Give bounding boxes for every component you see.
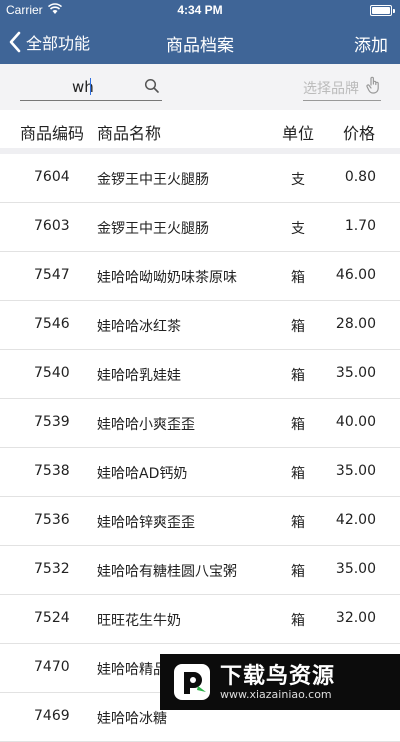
row-name: 金锣王中王火腿肠	[97, 172, 209, 188]
row-price: 40.00	[335, 414, 376, 430]
row-price: 1.70	[344, 218, 376, 234]
row-unit: 箱	[291, 417, 305, 433]
row-price: 42.00	[335, 512, 376, 528]
battery-icon	[370, 5, 395, 16]
row-code: 7532	[34, 561, 70, 577]
bird-logo-icon	[174, 664, 210, 700]
table-header: 商品编码 商品名称 单位 价格	[0, 110, 400, 148]
row-unit: 箱	[291, 564, 305, 580]
row-price: 35.00	[335, 365, 376, 381]
row-price: 0.80	[344, 169, 376, 185]
table-row[interactable]: 7524 旺旺花生牛奶 箱 32.00	[0, 595, 400, 644]
row-code: 7536	[34, 512, 70, 528]
row-price: 32.00	[335, 610, 376, 626]
search-input[interactable]: wh	[20, 72, 162, 101]
row-name: 娃哈哈锌爽歪歪	[97, 515, 195, 531]
row-code: 7470	[34, 659, 70, 675]
hand-pointer-icon	[366, 76, 379, 94]
brand-select-placeholder: 选择品牌	[303, 81, 359, 97]
watermark: 下载鸟资源 www.xiazainiao.com	[160, 654, 400, 710]
add-button[interactable]: 添加	[354, 31, 388, 56]
row-code: 7524	[34, 610, 70, 626]
search-area: wh 选择品牌	[0, 64, 400, 111]
row-code: 7539	[34, 414, 70, 430]
row-unit: 支	[291, 172, 305, 188]
text-caret	[90, 78, 91, 95]
top-bar: Carrier 4:34 PM 全部功能 商品档案 添加	[0, 0, 400, 64]
header-unit: 单位	[282, 124, 315, 143]
header-code: 商品编码	[20, 124, 85, 143]
row-unit: 箱	[291, 613, 305, 629]
row-unit: 箱	[291, 466, 305, 482]
table-row[interactable]: 7604 金锣王中王火腿肠 支 0.80	[0, 154, 400, 203]
row-unit: 箱	[291, 515, 305, 531]
watermark-title: 下载鸟资源	[220, 664, 336, 689]
table-row[interactable]: 7538 娃哈哈AD钙奶 箱 35.00	[0, 448, 400, 497]
search-icon[interactable]	[144, 78, 160, 94]
row-code: 7540	[34, 365, 70, 381]
row-name: 娃哈哈小爽歪歪	[97, 417, 195, 433]
row-price: 35.00	[335, 561, 376, 577]
row-unit: 支	[291, 221, 305, 237]
row-price: 35.00	[335, 463, 376, 479]
table-row[interactable]: 7539 娃哈哈小爽歪歪 箱 40.00	[0, 399, 400, 448]
row-name: 娃哈哈乳娃娃	[97, 368, 181, 384]
table-row[interactable]: 7547 娃哈哈呦呦奶味茶原味 箱 46.00	[0, 252, 400, 301]
brand-select[interactable]: 选择品牌	[303, 72, 381, 101]
row-unit: 箱	[291, 270, 305, 286]
row-price: 46.00	[335, 267, 376, 283]
watermark-url: www.xiazainiao.com	[220, 688, 332, 701]
clock: 4:34 PM	[177, 3, 223, 17]
row-code: 7547	[34, 267, 70, 283]
page-title: 商品档案	[166, 36, 234, 56]
row-name: 娃哈哈冰红茶	[97, 319, 181, 335]
row-code: 7603	[34, 218, 70, 234]
row-code: 7469	[34, 708, 70, 724]
row-name: 娃哈哈有糖桂圆八宝粥	[97, 564, 237, 580]
status-bar: Carrier 4:34 PM	[0, 0, 400, 20]
header-price: 价格	[343, 124, 376, 143]
row-code: 7538	[34, 463, 70, 479]
row-name: 娃哈哈AD钙奶	[97, 466, 188, 482]
table-row[interactable]: 7603 金锣王中王火腿肠 支 1.70	[0, 203, 400, 252]
table-row[interactable]: 7536 娃哈哈锌爽歪歪 箱 42.00	[0, 497, 400, 546]
row-price: 28.00	[335, 316, 376, 332]
row-unit: 箱	[291, 319, 305, 335]
row-name: 娃哈哈冰糖	[97, 711, 167, 727]
table-row[interactable]: 7532 娃哈哈有糖桂圆八宝粥 箱 35.00	[0, 546, 400, 595]
row-name: 旺旺花生牛奶	[97, 613, 181, 629]
row-code: 7604	[34, 169, 70, 185]
row-name: 娃哈哈精品	[97, 662, 167, 678]
row-name: 金锣王中王火腿肠	[97, 221, 209, 237]
navigation-bar: 全部功能 商品档案 添加	[0, 20, 400, 64]
table-row[interactable]: 7546 娃哈哈冰红茶 箱 28.00	[0, 301, 400, 350]
row-code: 7546	[34, 316, 70, 332]
table-row[interactable]: 7540 娃哈哈乳娃娃 箱 35.00	[0, 350, 400, 399]
row-name: 娃哈哈呦呦奶味茶原味	[97, 270, 237, 286]
header-name: 商品名称	[97, 124, 162, 143]
row-unit: 箱	[291, 368, 305, 384]
